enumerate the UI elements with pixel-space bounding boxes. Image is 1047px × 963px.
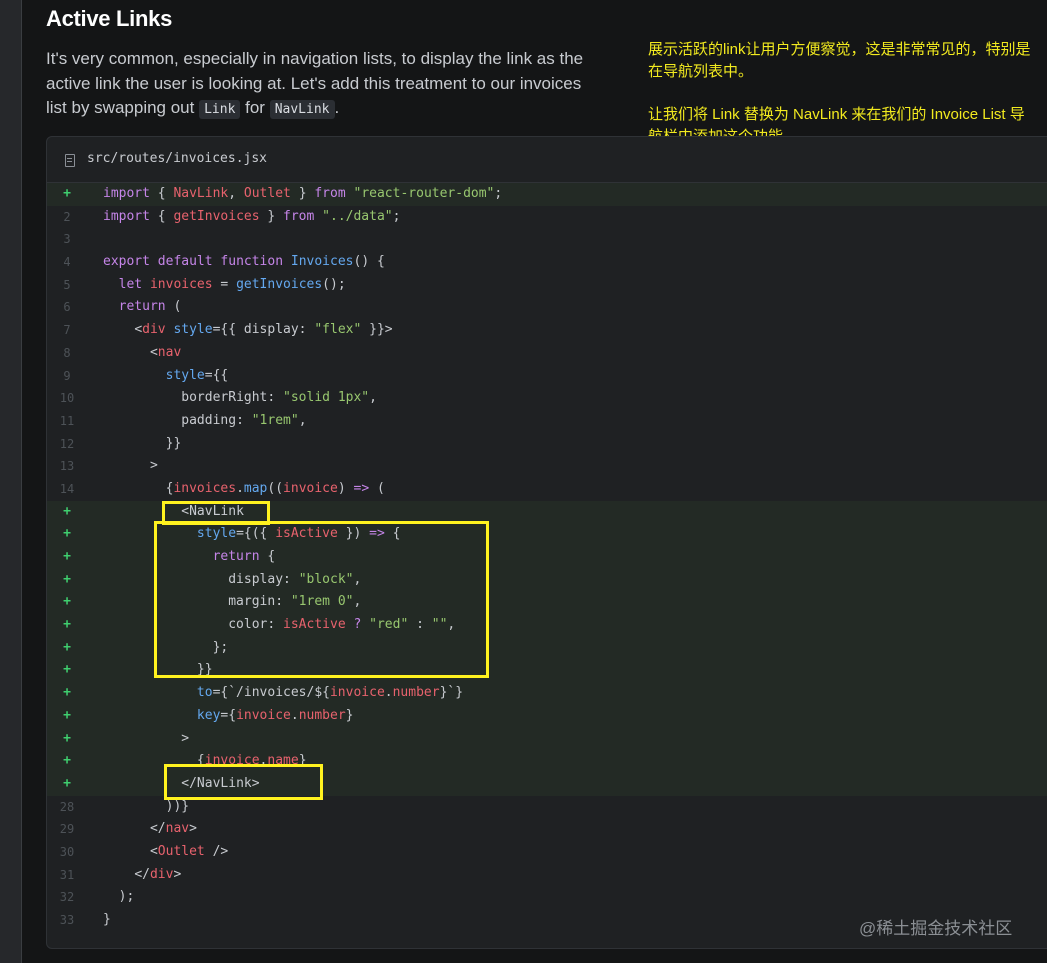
code-line: 6 return ( [47, 296, 1047, 319]
line-number: + [63, 639, 71, 655]
line-number: + [63, 186, 71, 201]
code-line: 12 }} [47, 433, 1047, 456]
file-icon [65, 154, 75, 167]
left-sidebar-rail [0, 0, 22, 963]
code-line: 4 export default function Invoices() { [47, 251, 1047, 274]
line-number: + [63, 571, 71, 587]
line-number: 6 [63, 300, 71, 315]
code-file-header: src/routes/invoices.jsx [47, 137, 1047, 183]
annotation-note-1: 展示活跃的link让用户方便察觉，这是非常常见的，特别是 在导航列表中。 [648, 41, 1031, 80]
code-line: 11 padding: "1rem", [47, 410, 1047, 433]
highlight-box-style-prop [154, 521, 489, 678]
line-number: 7 [63, 323, 71, 338]
line-number: 10 [59, 391, 75, 406]
line-number: 31 [59, 867, 75, 882]
line-number: 12 [59, 436, 75, 451]
code-filename: src/routes/invoices.jsx [87, 151, 268, 166]
line-number: + [63, 707, 71, 723]
code-line: 8 <nav [47, 342, 1047, 365]
highlight-box-navlink-close [164, 764, 323, 800]
code-line: 31 </div> [47, 864, 1047, 887]
code-line: 7 <div style={{ display: "flex" }}> [47, 319, 1047, 342]
line-number: + [63, 685, 71, 701]
line-number: + [63, 662, 71, 678]
code-line: 3 [47, 228, 1047, 251]
line-number: 33 [59, 913, 75, 927]
code-line: + key={invoice.number} [47, 704, 1047, 728]
line-number: 11 [59, 413, 75, 428]
intro-paragraph: It's very common, especially in navigati… [46, 49, 584, 119]
line-number: 2 [63, 209, 71, 224]
line-number: + [63, 594, 71, 610]
section-heading: Active Links [46, 6, 173, 31]
line-number: 28 [59, 799, 75, 814]
line-number: 14 [59, 481, 75, 496]
line-number: 13 [59, 459, 75, 474]
line-number: 4 [63, 255, 71, 270]
code-line: 14 {invoices.map((invoice) => ( [47, 478, 1047, 501]
line-number: 8 [63, 345, 71, 360]
line-number: 32 [59, 890, 75, 905]
line-number: 9 [63, 368, 71, 383]
code-line: 5 let invoices = getInvoices(); [47, 274, 1047, 297]
code-line: 32 ); [47, 886, 1047, 909]
line-number: + [63, 730, 71, 746]
line-number: + [63, 617, 71, 633]
line-number: 30 [59, 844, 75, 859]
code-line: + > [47, 727, 1047, 751]
line-number: + [63, 775, 71, 791]
code-line: 2 import { getInvoices } from "../data"; [47, 206, 1047, 229]
line-number: + [63, 753, 71, 769]
code-line: 30 <Outlet /> [47, 841, 1047, 864]
line-number: + [63, 526, 71, 542]
line-number: + [63, 549, 71, 564]
code-line: + to={`/invoices/${invoice.number}`} [47, 682, 1047, 705]
code-line: 29 </nav> [47, 818, 1047, 841]
line-number: 29 [59, 822, 75, 837]
inline-code-link: Link [199, 100, 241, 119]
code-line: 9 style={{ [47, 365, 1047, 388]
line-number: 5 [63, 277, 71, 292]
line-number: 3 [63, 232, 71, 247]
code-line: 10 borderRight: "solid 1px", [47, 387, 1047, 410]
inline-code-navlink: NavLink [269, 100, 335, 119]
code-line: + import { NavLink, Outlet } from "react-… [47, 183, 1047, 206]
watermark-text: @稀土掘金技术社区 [859, 919, 1013, 938]
code-line: 13 > [47, 455, 1047, 478]
line-number: + [63, 503, 71, 519]
